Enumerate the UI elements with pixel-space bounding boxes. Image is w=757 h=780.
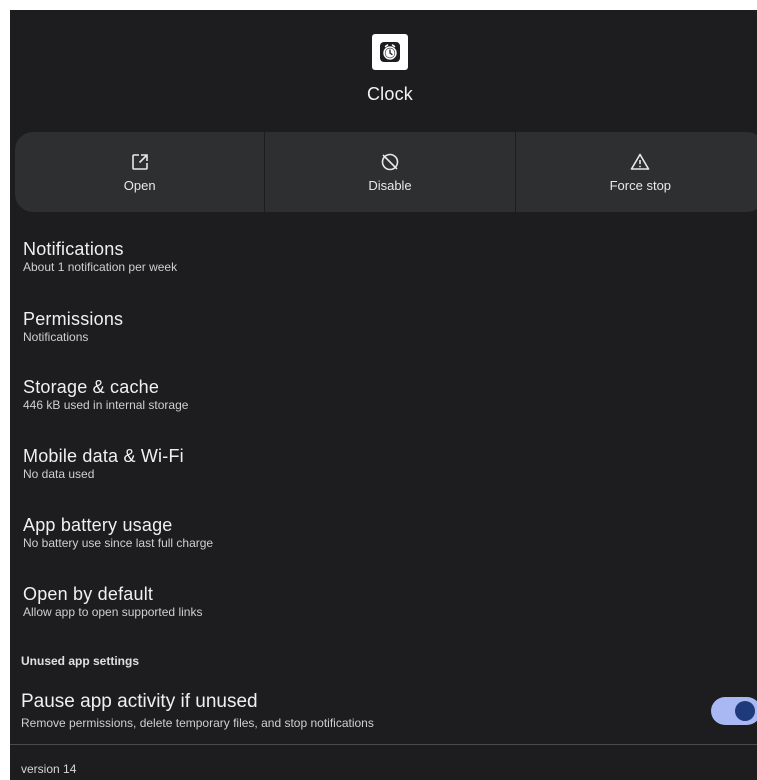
disable-icon	[380, 152, 400, 172]
setting-title: Storage & cache	[23, 377, 160, 397]
setting-title: Mobile data & Wi-Fi	[23, 446, 184, 466]
setting-subtitle: No battery use since last full charge	[23, 536, 214, 550]
app-header: Clock	[10, 10, 757, 130]
open-label: Open	[123, 177, 156, 193]
notifications-setting[interactable]: Notifications About 1 notification per w…	[23, 239, 723, 274]
open-by-default-setting[interactable]: Open by default Allow app to open suppor…	[23, 584, 723, 619]
setting-subtitle: About 1 notification per week	[23, 260, 178, 274]
pause-title: Pause app activity if unused	[21, 691, 258, 712]
setting-subtitle: 446 kB used in internal storage	[23, 398, 189, 412]
setting-title: Open by default	[23, 584, 154, 604]
force-stop-label: Force stop	[609, 177, 672, 193]
force-stop-button[interactable]: Force stop	[514, 132, 757, 212]
permissions-setting[interactable]: Permissions Notifications	[23, 309, 723, 344]
pause-app-activity-setting[interactable]: Pause app activity if unused Remove perm…	[10, 686, 757, 736]
unused-app-settings-header: Unused app settings	[21, 654, 140, 668]
setting-title: App battery usage	[23, 515, 173, 535]
disable-label: Disable	[368, 177, 412, 193]
app-battery-usage-setting[interactable]: App battery usage No battery use since l…	[23, 515, 723, 550]
toggle-knob	[735, 701, 755, 721]
setting-title: Notifications	[23, 239, 124, 259]
warning-icon	[630, 152, 650, 172]
pause-app-toggle[interactable]	[711, 697, 757, 725]
storage-cache-setting[interactable]: Storage & cache 446 kB used in internal …	[23, 377, 723, 412]
open-button[interactable]: Open	[15, 132, 264, 212]
open-external-icon	[130, 152, 150, 172]
setting-subtitle: Notifications	[23, 330, 89, 344]
disable-button[interactable]: Disable	[264, 132, 514, 212]
pause-subtitle: Remove permissions, delete temporary fil…	[21, 716, 374, 730]
setting-subtitle: Allow app to open supported links	[23, 605, 203, 619]
setting-title: Permissions	[23, 309, 124, 329]
action-bar: Open Disable Force stop	[15, 132, 757, 212]
app-name: Clock	[366, 84, 413, 104]
mobile-data-wifi-setting[interactable]: Mobile data & Wi-Fi No data used	[23, 446, 723, 481]
version-label: version 14	[21, 762, 77, 776]
clock-icon	[372, 34, 408, 70]
divider	[10, 744, 757, 745]
app-info-screen: Clock Open Disable Force stop Notificati…	[10, 10, 757, 780]
setting-subtitle: No data used	[23, 467, 95, 481]
